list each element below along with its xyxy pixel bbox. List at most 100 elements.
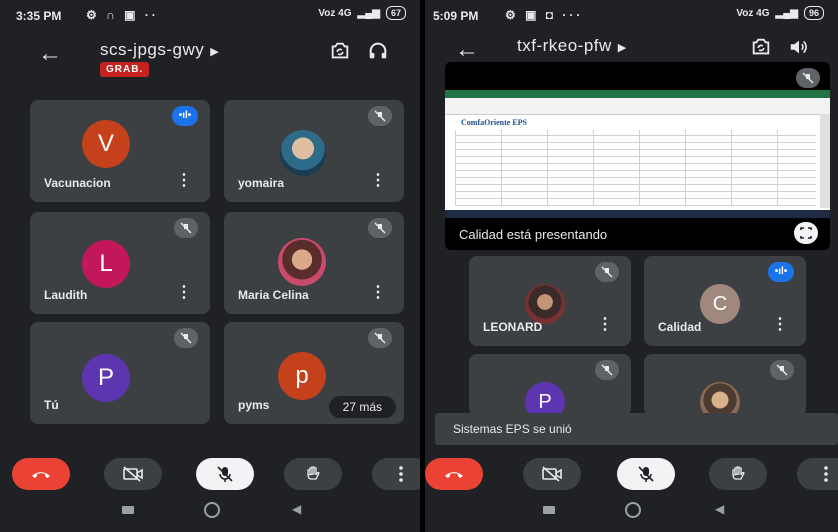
sheet-scrollbar xyxy=(820,114,830,208)
avatar: C xyxy=(700,284,740,324)
recording-badge: GRAB. xyxy=(100,62,150,77)
avatar: V xyxy=(82,120,130,168)
fullscreen-icon[interactable] xyxy=(794,222,818,244)
signal-icon: ▂▄▆ xyxy=(357,7,380,19)
participant-name: Laudith xyxy=(44,288,88,302)
signal-icon: ▂▄▆ xyxy=(775,7,798,19)
join-notification-toast: Sistemas EPS se unió xyxy=(435,413,838,445)
mic-off-icon xyxy=(368,328,392,348)
mic-off-icon xyxy=(595,262,619,282)
left-phone-screen: 3:35 PM ⚙ ∩ ▣ ·· Voz 4G ▂▄▆ 67 ← scs-jpg… xyxy=(0,0,420,532)
video-off-button[interactable] xyxy=(104,458,162,490)
windows-taskbar xyxy=(445,210,830,218)
video-off-button[interactable] xyxy=(523,458,581,490)
end-call-button[interactable] xyxy=(12,458,70,490)
shared-spreadsheet: ComfaOriente EPS xyxy=(445,90,830,218)
avatar: p xyxy=(278,352,326,400)
more-options-button[interactable] xyxy=(797,458,838,490)
speaking-indicator-icon: •ıl• xyxy=(172,106,198,126)
caret-right-icon: ▶ xyxy=(210,46,220,58)
participant-tile[interactable]: Maria Celina ⋮ xyxy=(224,212,404,314)
participant-name: Vacunacion xyxy=(44,176,111,190)
status-right: Voz 4G ▂▄▆ 67 xyxy=(318,6,406,20)
mic-off-icon xyxy=(174,218,198,238)
participant-name: Tú xyxy=(44,398,59,412)
mic-off-button[interactable] xyxy=(196,458,254,490)
meeting-code-button[interactable]: scs-jpgs-gwy ▶ xyxy=(100,40,219,60)
sheet-grid xyxy=(455,130,816,206)
participant-name: Maria Celina xyxy=(238,288,309,302)
excel-ribbon xyxy=(445,98,830,115)
more-vert-icon[interactable]: ⋮ xyxy=(176,170,192,190)
participant-name: LEONARD xyxy=(483,320,543,334)
mic-off-button[interactable] xyxy=(617,458,675,490)
more-options-button[interactable] xyxy=(372,458,420,490)
more-vert-icon[interactable]: ⋮ xyxy=(176,282,192,302)
participant-tile[interactable] xyxy=(644,354,806,416)
network-label: Voz 4G xyxy=(318,7,352,19)
speaker-icon[interactable] xyxy=(785,36,813,64)
meeting-code-button[interactable]: txf-rkeo-pfw ▶ xyxy=(517,36,627,56)
mic-off-icon xyxy=(770,360,794,380)
back-nav-icon[interactable]: ◀ xyxy=(715,502,724,516)
more-participants-badge[interactable]: 27 más xyxy=(328,396,396,418)
avatar: P xyxy=(82,354,130,402)
mic-off-icon xyxy=(368,106,392,126)
home-icon[interactable] xyxy=(204,502,220,518)
participant-photo xyxy=(278,238,326,286)
status-time: 5:09 PM xyxy=(433,9,479,23)
participant-photo xyxy=(525,284,565,324)
participant-photo xyxy=(700,382,740,416)
presenting-label: Calidad está presentando xyxy=(459,227,608,242)
android-nav-bar: ◀ xyxy=(0,490,420,532)
status-time: 3:35 PM xyxy=(16,9,62,23)
participant-tile[interactable]: p pyms 27 más xyxy=(224,322,404,424)
caret-right-icon: ▶ xyxy=(617,42,627,54)
meeting-code: scs-jpgs-gwy xyxy=(100,40,205,59)
participant-tile[interactable]: yomaira ⋮ xyxy=(224,100,404,202)
back-nav-icon[interactable]: ◀ xyxy=(292,502,301,516)
status-bar: 3:35 PM ⚙ ∩ ▣ ·· Voz 4G ▂▄▆ 67 xyxy=(0,0,420,32)
recents-icon[interactable] xyxy=(122,506,134,514)
sheet-brand: ComfaOriente EPS xyxy=(461,118,527,127)
right-phone-screen: 5:09 PM ⚙ ▣ ◘ ··· Voz 4G ▂▄▆ 96 ← txf-rk… xyxy=(425,0,838,532)
screen-share-tile[interactable]: ComfaOriente EPS Calidad está presentand… xyxy=(445,62,830,250)
raise-hand-button[interactable] xyxy=(709,458,767,490)
back-arrow-icon[interactable]: ← xyxy=(38,40,62,68)
status-bar: 5:09 PM ⚙ ▣ ◘ ··· Voz 4G ▂▄▆ 96 xyxy=(425,0,838,32)
toast-text: Sistemas EPS se unió xyxy=(453,422,572,436)
participant-name: yomaira xyxy=(238,176,285,190)
more-vert-icon[interactable]: ⋮ xyxy=(597,314,613,334)
recents-icon[interactable] xyxy=(543,506,555,514)
network-label: Voz 4G xyxy=(736,7,770,19)
more-vert-icon[interactable]: ⋮ xyxy=(370,282,386,302)
battery-level: 96 xyxy=(803,6,824,20)
raise-hand-button[interactable] xyxy=(284,458,342,490)
switch-camera-icon[interactable] xyxy=(747,36,775,64)
home-icon[interactable] xyxy=(625,502,641,518)
excel-title-bar xyxy=(445,90,830,98)
more-vert-icon[interactable]: ⋮ xyxy=(772,314,788,334)
status-notification-icons: ⚙ ▣ ◘ ··· xyxy=(505,8,584,22)
more-vert-icon[interactable]: ⋮ xyxy=(370,170,386,190)
participant-tile[interactable]: L Laudith ⋮ xyxy=(30,212,210,314)
meeting-code: txf-rkeo-pfw xyxy=(517,36,612,55)
switch-camera-icon[interactable] xyxy=(326,40,354,68)
participant-tile-self[interactable]: P Tú xyxy=(30,322,210,424)
back-arrow-icon[interactable]: ← xyxy=(455,36,479,64)
headphones-icon[interactable] xyxy=(364,40,392,68)
status-right: Voz 4G ▂▄▆ 96 xyxy=(736,6,824,20)
end-call-button[interactable] xyxy=(425,458,483,490)
participant-name: Calidad xyxy=(658,320,702,334)
avatar: P xyxy=(525,382,565,416)
mic-off-icon xyxy=(595,360,619,380)
battery-level: 67 xyxy=(385,6,406,20)
mic-off-icon xyxy=(368,218,392,238)
participant-tile[interactable]: P xyxy=(469,354,631,416)
mic-off-icon xyxy=(174,328,198,348)
participant-tile[interactable]: •ıl• C Calidad ⋮ xyxy=(644,256,806,346)
participant-tile[interactable]: •ıl• V Vacunacion ⋮ xyxy=(30,100,210,202)
avatar: L xyxy=(82,240,130,288)
mic-off-icon xyxy=(796,68,820,88)
participant-tile[interactable]: LEONARD ⋮ xyxy=(469,256,631,346)
